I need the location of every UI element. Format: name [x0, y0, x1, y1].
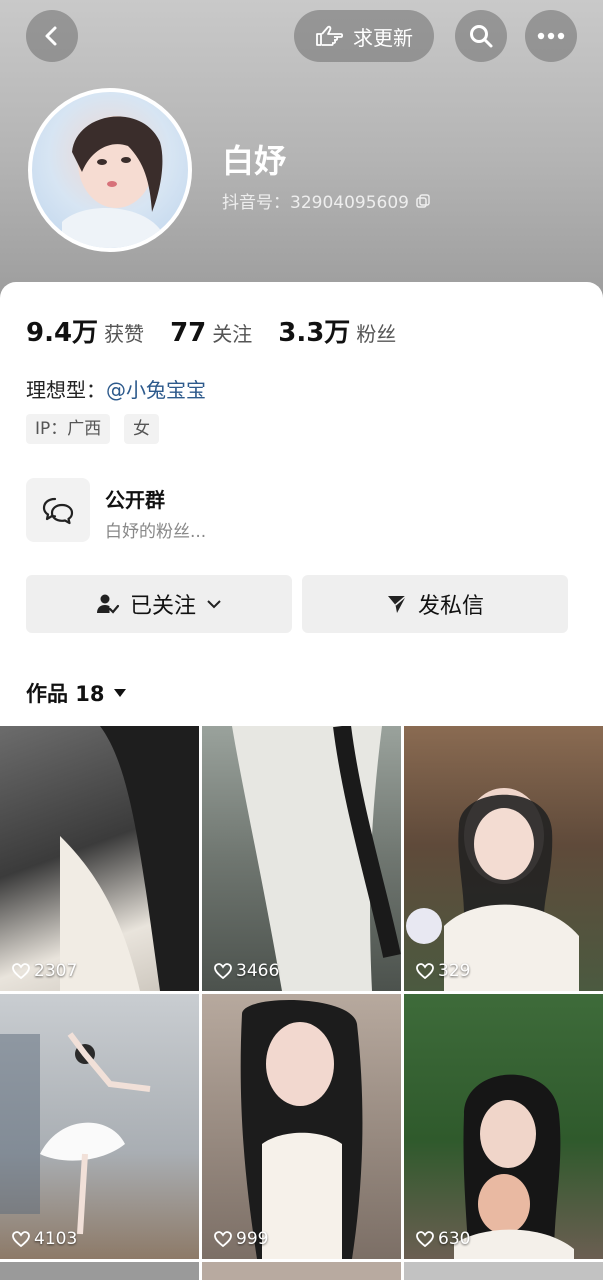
heart-icon — [416, 963, 434, 979]
avatar-image — [62, 116, 163, 248]
ideal-type-mention[interactable]: @小兔宝宝 — [106, 378, 206, 402]
request-update-label: 求更新 — [353, 25, 413, 50]
avatar[interactable] — [28, 88, 192, 252]
video-tile[interactable]: 3466 — [202, 726, 401, 991]
douyin-id-text: 抖音号：32904095609 — [222, 193, 409, 213]
heart-icon — [12, 963, 30, 979]
video-tile[interactable] — [202, 1262, 401, 1280]
group-title[interactable]: 公开群 — [105, 484, 165, 513]
group-subtitle: 白妤的粉丝... — [105, 522, 207, 542]
video-tile[interactable] — [0, 1262, 199, 1280]
copy-icon[interactable] — [415, 193, 431, 209]
chevron-down-icon — [207, 600, 221, 609]
video-thumbnail — [232, 726, 401, 991]
like-count: 3466 — [214, 961, 279, 981]
ideal-type: 理想型：@小兔宝宝 — [26, 374, 206, 403]
douyin-id[interactable]: 抖音号：32904095609 — [222, 188, 431, 213]
video-thumbnail — [240, 1000, 363, 1259]
search-icon — [470, 25, 493, 48]
followers-count[interactable]: 3.3万 — [278, 312, 350, 349]
message-button-label: 发私信 — [417, 594, 484, 619]
user-check-icon — [96, 594, 120, 614]
like-count: 999 — [214, 1229, 268, 1249]
search-button[interactable] — [455, 10, 507, 62]
following-count[interactable]: 77 — [170, 318, 206, 348]
like-count: 329 — [416, 961, 470, 981]
group-chat-icon-box[interactable] — [26, 478, 90, 542]
ideal-type-label: 理想型： — [26, 378, 106, 402]
send-icon — [387, 595, 407, 613]
heart-icon — [416, 1231, 434, 1247]
ip-tag: IP：广西 — [26, 414, 111, 444]
likes-label: 获赞 — [104, 322, 145, 346]
pointing-hand-icon — [316, 25, 344, 46]
video-tile[interactable]: 630 — [404, 994, 603, 1259]
profile-name: 白妤 — [222, 142, 287, 180]
chevron-left-icon — [45, 26, 57, 46]
likes-count: 9.4万 — [26, 318, 99, 348]
like-count: 4103 — [12, 1229, 77, 1249]
following-button-label: 已关注 — [129, 594, 196, 619]
video-tile[interactable]: 999 — [202, 994, 401, 1259]
request-update-button[interactable]: 求更新 — [294, 10, 434, 62]
like-count: 2307 — [12, 961, 77, 981]
video-thumbnail — [60, 726, 199, 991]
video-tile[interactable]: 329 — [404, 726, 603, 991]
video-thumbnail — [406, 788, 579, 991]
video-thumbnail — [454, 1074, 574, 1259]
video-tile[interactable]: 4103 — [0, 994, 199, 1259]
stats-row: 9.4万 获赞 77 关注 3.3万 粉丝 — [26, 312, 422, 349]
heart-icon — [214, 1231, 232, 1247]
followers-label[interactable]: 粉丝 — [356, 318, 396, 347]
heart-icon — [214, 963, 232, 979]
heart-icon — [12, 1231, 30, 1247]
message-button[interactable]: 发私信 — [302, 575, 568, 633]
like-count: 630 — [416, 1229, 470, 1249]
more-dots-icon — [537, 32, 565, 40]
video-tile[interactable]: 2307 — [0, 726, 199, 991]
back-button[interactable] — [26, 10, 78, 62]
more-button[interactable] — [525, 10, 577, 62]
following-label[interactable]: 关注 — [212, 318, 252, 347]
works-label: 作品 18 — [26, 682, 105, 706]
works-tab[interactable]: 作品 18 — [26, 678, 127, 708]
gender-tag: 女 — [124, 414, 159, 444]
video-tile[interactable] — [404, 1262, 603, 1280]
caret-down-icon — [113, 689, 126, 697]
video-thumbnail — [0, 1032, 151, 1235]
following-button[interactable]: 已关注 — [26, 575, 292, 633]
group-chat-icon — [42, 497, 74, 525]
